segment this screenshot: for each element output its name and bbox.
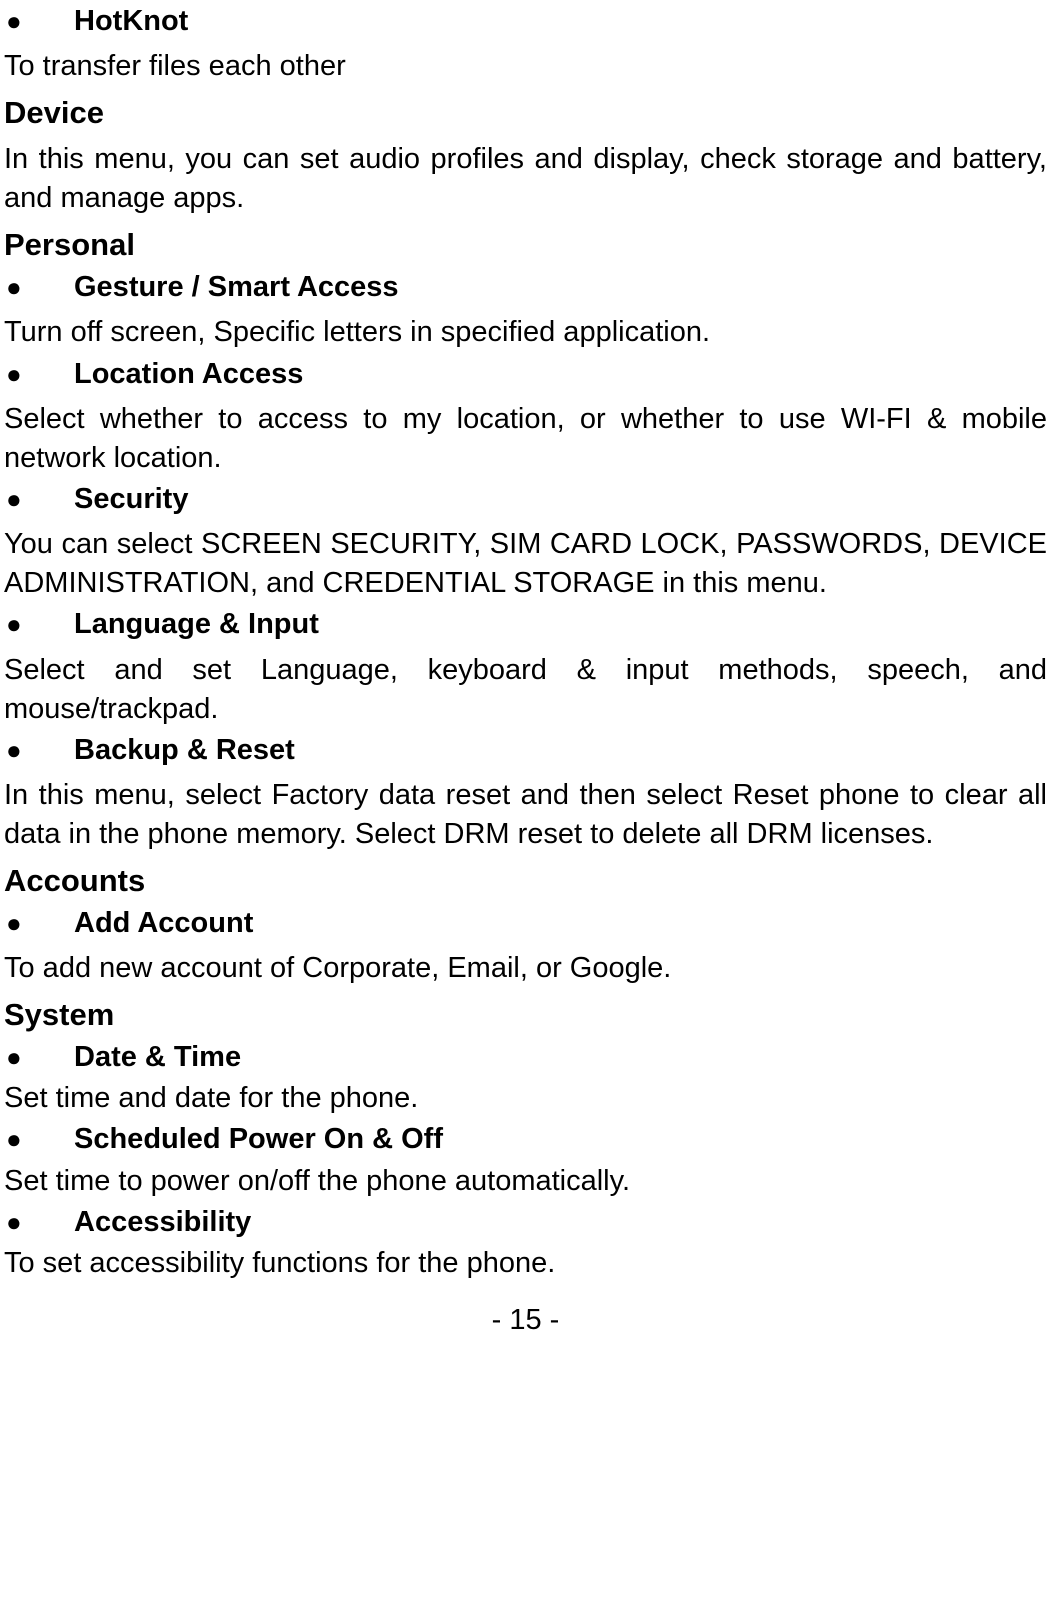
- bullet-datetime: ● Date & Time: [4, 1038, 1047, 1077]
- bullet-icon: ●: [4, 737, 74, 763]
- text-hotknot: To transfer files each other: [4, 47, 1047, 86]
- bullet-icon: ●: [4, 486, 74, 512]
- bullet-label: Security: [74, 480, 188, 519]
- text-accessibility: To set accessibility functions for the p…: [4, 1244, 1047, 1283]
- bullet-label: Language & Input: [74, 605, 319, 644]
- heading-accounts: Accounts: [4, 860, 1047, 902]
- text-scheduled: Set time to power on/off the phone autom…: [4, 1162, 1047, 1201]
- bullet-icon: ●: [4, 1209, 74, 1235]
- bullet-backup: ● Backup & Reset: [4, 731, 1047, 770]
- bullet-location: ● Location Access: [4, 355, 1047, 394]
- bullet-gesture: ● Gesture / Smart Access: [4, 268, 1047, 307]
- bullet-icon: ●: [4, 8, 74, 34]
- bullet-icon: ●: [4, 361, 74, 387]
- bullet-icon: ●: [4, 611, 74, 637]
- text-datetime: Set time and date for the phone.: [4, 1079, 1047, 1118]
- text-addaccount: To add new account of Corporate, Email, …: [4, 949, 1047, 988]
- text-gesture: Turn off screen, Specific letters in spe…: [4, 313, 1047, 352]
- bullet-label: Date & Time: [74, 1038, 241, 1077]
- bullet-icon: ●: [4, 1044, 74, 1070]
- bullet-scheduled: ● Scheduled Power On & Off: [4, 1120, 1047, 1159]
- bullet-label: Accessibility: [74, 1203, 251, 1242]
- heading-system: System: [4, 994, 1047, 1036]
- document-page: ● HotKnot To transfer files each other D…: [0, 2, 1051, 1340]
- bullet-icon: ●: [4, 1126, 74, 1152]
- heading-personal: Personal: [4, 224, 1047, 266]
- page-number: - 15 -: [4, 1301, 1047, 1340]
- text-device: In this menu, you can set audio profiles…: [4, 140, 1047, 218]
- bullet-label: Gesture / Smart Access: [74, 268, 399, 307]
- bullet-label: HotKnot: [74, 2, 188, 41]
- text-location: Select whether to access to my location,…: [4, 400, 1047, 478]
- text-language: Select and set Language, keyboard & inpu…: [4, 651, 1047, 729]
- bullet-addaccount: ● Add Account: [4, 904, 1047, 943]
- bullet-label: Location Access: [74, 355, 303, 394]
- bullet-label: Scheduled Power On & Off: [74, 1120, 443, 1159]
- bullet-accessibility: ● Accessibility: [4, 1203, 1047, 1242]
- heading-device: Device: [4, 92, 1047, 134]
- bullet-icon: ●: [4, 274, 74, 300]
- bullet-label: Backup & Reset: [74, 731, 295, 770]
- text-security: You can select SCREEN SECURITY, SIM CARD…: [4, 525, 1047, 603]
- bullet-label: Add Account: [74, 904, 253, 943]
- bullet-security: ● Security: [4, 480, 1047, 519]
- bullet-icon: ●: [4, 910, 74, 936]
- text-backup: In this menu, select Factory data reset …: [4, 776, 1047, 854]
- bullet-language: ● Language & Input: [4, 605, 1047, 644]
- bullet-hotknot: ● HotKnot: [4, 2, 1047, 41]
